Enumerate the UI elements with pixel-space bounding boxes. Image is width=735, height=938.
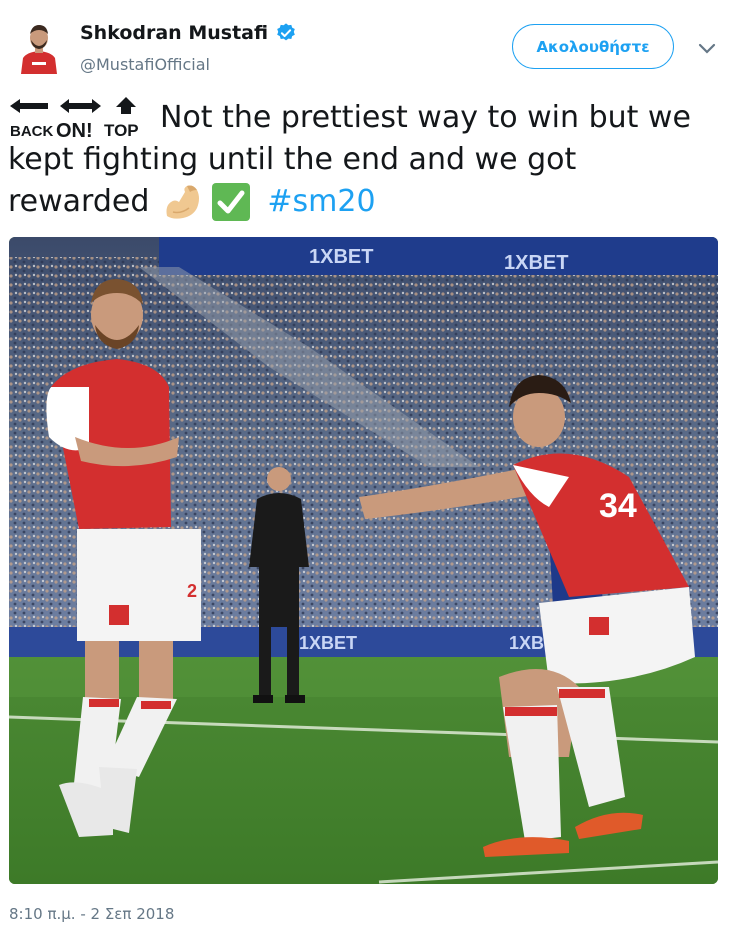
avatar[interactable]	[15, 18, 63, 74]
tweet-photo[interactable]: 1XBET 1XBET 1XBET 1XBET 8	[9, 237, 718, 884]
tweet-timestamp[interactable]: 8:10 π.μ. - 2 Σεπ 2018	[9, 905, 174, 923]
tweet-text: BACK ON! TOP Not the prettiest way to wi…	[8, 97, 728, 223]
tweet-line-3: rewarded #sm20	[8, 181, 728, 223]
tweet-text-line2: kept fighting until the end and we got	[8, 142, 577, 177]
author-name-row[interactable]: Shkodran Mustafi	[80, 22, 297, 44]
tweet-line-2: kept fighting until the end and we got	[8, 139, 728, 181]
check-mark-button-emoji	[211, 182, 251, 222]
ad-board-top: 1XBET	[309, 246, 373, 268]
player-left-number: 2	[187, 581, 197, 601]
player-right-number: 34	[599, 487, 637, 525]
flexed-biceps-emoji	[163, 182, 203, 222]
tweet-text-line3: rewarded	[8, 184, 150, 219]
svg-text:ON!: ON!	[56, 120, 93, 139]
chevron-down-icon[interactable]	[698, 40, 716, 54]
tweet-text-line1: Not the prettiest way to win but we	[160, 100, 691, 135]
svg-text:BACK: BACK	[10, 123, 53, 139]
tweet-line-1: BACK ON! TOP Not the prettiest way to wi…	[8, 97, 728, 142]
ad-board-top-2: 1XBET	[504, 252, 568, 274]
follow-button[interactable]: Ακολουθήστε	[512, 24, 674, 69]
handle[interactable]: @MustafiOfficial	[80, 55, 210, 74]
ad-board-bottom: 1XBET	[299, 633, 357, 653]
back-on-top-emoji: BACK ON! TOP	[8, 97, 150, 142]
svg-text:TOP: TOP	[104, 121, 139, 139]
verified-badge-icon	[275, 22, 297, 44]
display-name[interactable]: Shkodran Mustafi	[80, 22, 268, 44]
hashtag-link[interactable]: #sm20	[267, 181, 375, 223]
